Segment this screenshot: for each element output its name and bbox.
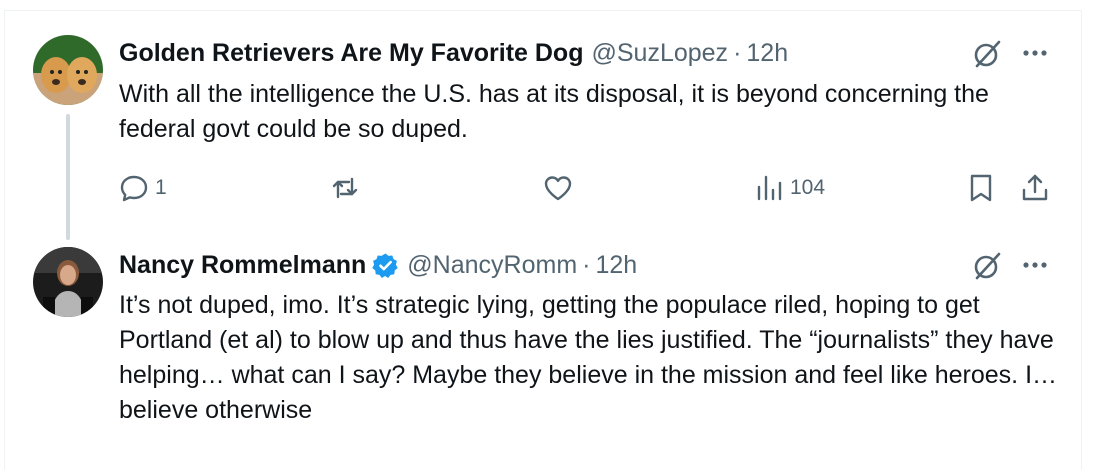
reply-button[interactable]: 1: [119, 168, 167, 208]
more-options-icon[interactable]: [1022, 40, 1048, 66]
display-name[interactable]: Nancy Rommelmann: [119, 247, 366, 283]
display-name[interactable]: Golden Retrievers Are My Favorite Dog: [119, 35, 583, 71]
more-options-icon[interactable]: [1022, 252, 1048, 278]
user-handle[interactable]: @SuzLopez: [591, 35, 728, 71]
views-icon: [757, 175, 782, 201]
verified-badge-icon[interactable]: [372, 252, 399, 279]
like-icon: [544, 176, 572, 201]
tweet-nancy-rommelmann[interactable]: Nancy Rommelmann @NancyRomm · 12h It’s n…: [0, 240, 1102, 456]
user-handle[interactable]: @NancyRomm: [407, 247, 577, 283]
separator-dot: ·: [582, 251, 591, 279]
grok-icon[interactable]: [970, 249, 1004, 283]
bookmark-icon: [970, 174, 992, 202]
tweet-text: With all the intelligence the U.S. has a…: [119, 80, 989, 143]
timestamp[interactable]: 12h: [595, 247, 637, 283]
reply-count: 1: [155, 176, 167, 199]
timestamp[interactable]: 12h: [746, 35, 788, 71]
share-icon: [1022, 174, 1048, 201]
views-count: 104: [790, 176, 826, 199]
share-button[interactable]: [1020, 168, 1050, 208]
views-button[interactable]: 104: [754, 168, 825, 208]
tweet-golden-retrievers[interactable]: Golden Retrievers Are My Favorite Dog @S…: [0, 0, 1102, 240]
tweet-header: Golden Retrievers Are My Favorite Dog @S…: [119, 35, 788, 71]
repost-button[interactable]: [330, 168, 360, 208]
avatar-golden-retrievers[interactable]: [33, 35, 103, 105]
tweet-actions: 1 104: [0, 168, 1102, 208]
avatar-nancy-rommelmann[interactable]: [33, 247, 103, 317]
repost-icon: [332, 177, 358, 199]
bookmark-button[interactable]: [966, 168, 996, 208]
reply-icon: [120, 175, 148, 202]
separator-dot: ·: [733, 39, 742, 67]
tweet-header: Nancy Rommelmann @NancyRomm · 12h: [119, 247, 637, 283]
grok-icon[interactable]: [970, 37, 1004, 71]
tweet-text: It’s not duped, imo. It’s strategic lyin…: [119, 291, 1058, 424]
like-button[interactable]: [543, 168, 573, 208]
